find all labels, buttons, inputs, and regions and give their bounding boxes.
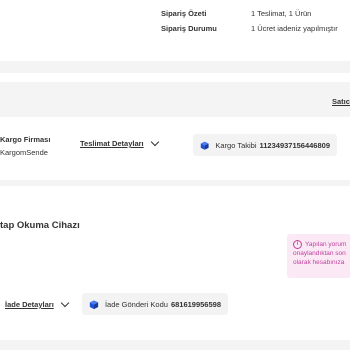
section-divider [0,61,350,73]
return-code-pill[interactable]: İade Gönderi Kodu 681619956598 [82,293,228,315]
chevron-down-icon [150,137,159,147]
carrier-label: Kargo Firması [0,135,51,144]
delivery-details-link[interactable]: Teslimat Detayları [80,139,144,148]
product-name: tap Okuma Cihazı [0,220,80,231]
return-details-link[interactable]: İade Detayları [5,300,54,309]
delivery-details-dropdown[interactable]: Teslimat Detayları [80,137,159,148]
order-status-label: Sipariş Durumu [161,24,217,33]
section-divider [0,340,350,350]
review-info-note: i Yapılan yorum onaylandıktan son olarak … [287,234,350,278]
return-details-dropdown[interactable]: İade Detayları [5,298,70,309]
return-code-value: 681619956598 [170,299,221,309]
return-code-label: İade Gönderi Kodu [104,299,168,309]
tracking-pill[interactable]: Kargo Takibi 11234937156446809 [193,134,337,156]
seller-link[interactable]: Satıcı [332,97,350,106]
note-line-1: Yapılan yorum [305,241,347,249]
section-divider [0,180,350,186]
seller-header-band [0,82,350,117]
note-line-3: olarak hesabınıza [293,259,345,267]
order-summary-label: Sipariş Özeti [161,9,207,18]
order-status-value: 1 Ücret iadeniz yapılmıştır [251,24,338,33]
chevron-down-icon [60,298,70,308]
carrier-value: KargomSende [0,148,48,157]
package-icon [89,299,99,309]
info-icon: i [293,240,302,249]
tracking-label: Kargo Takibi [215,140,257,150]
order-summary-value: 1 Teslimat, 1 Ürün [251,9,312,18]
package-icon [200,141,209,150]
tracking-number: 11234937156446809 [259,140,331,150]
note-line-2: onaylandıktan son [293,250,346,258]
